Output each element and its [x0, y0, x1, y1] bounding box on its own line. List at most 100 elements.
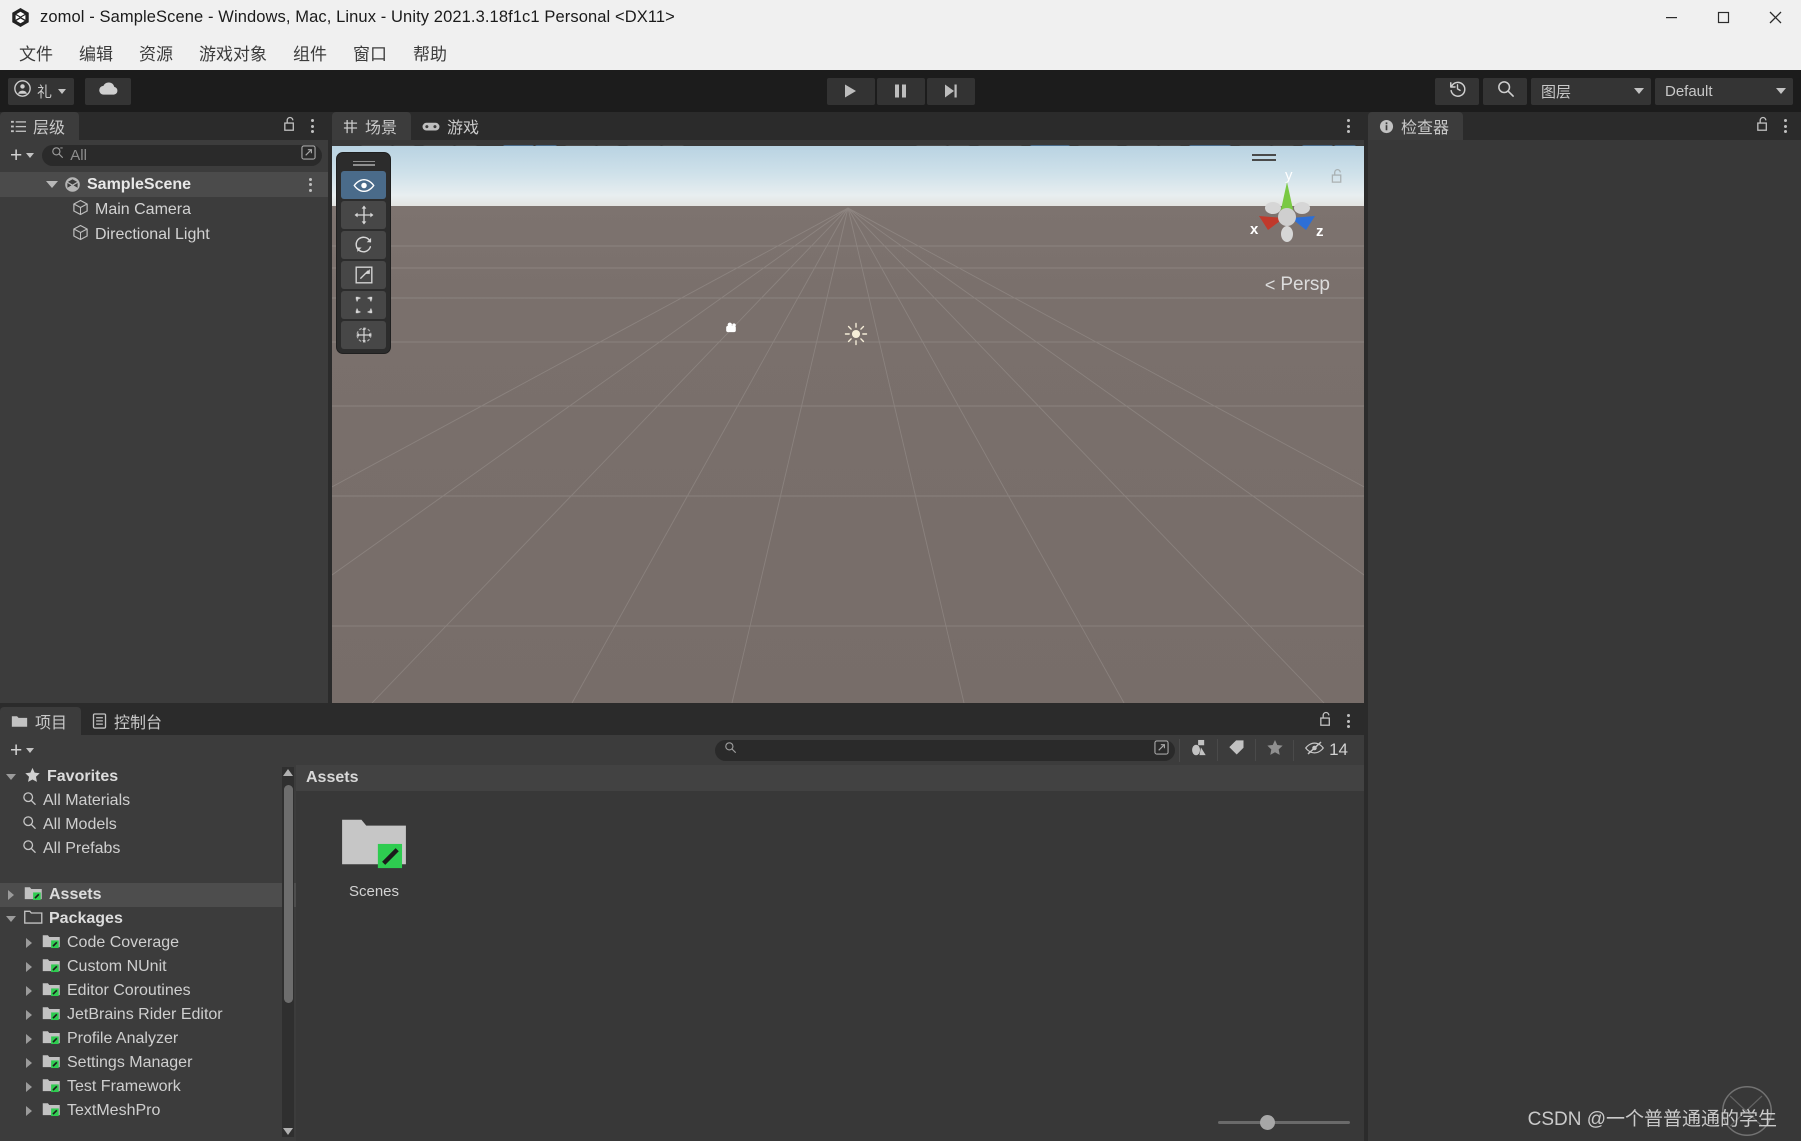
chevron-down-icon[interactable] — [46, 181, 58, 188]
chevron-right-icon[interactable] — [22, 1106, 36, 1116]
project-tree-item-test-framework[interactable]: Test Framework — [0, 1075, 296, 1099]
transform-tool-button[interactable] — [341, 321, 386, 349]
overlay-drag-handle[interactable] — [341, 157, 386, 169]
layout-dropdown[interactable]: Default — [1655, 77, 1793, 105]
project-tree-item-editor-coroutines[interactable]: Editor Coroutines — [0, 979, 296, 1003]
menu-item-assets[interactable]: 资源 — [126, 37, 186, 68]
scene-viewport[interactable]: y x z < Persp — [332, 146, 1364, 703]
close-button[interactable] — [1749, 0, 1801, 34]
inspector-panel: 检查器 — [1368, 112, 1801, 1141]
hidden-assets-indicator[interactable]: 14 — [1293, 739, 1358, 761]
project-tree-item-profile-analyzer[interactable]: Profile Analyzer — [0, 1027, 296, 1051]
project-tree-scrollbar[interactable] — [282, 767, 294, 1137]
lock-open-icon[interactable] — [1756, 116, 1770, 137]
undo-history-button[interactable] — [1435, 77, 1479, 105]
scene-context-menu-button[interactable] — [305, 176, 316, 194]
scale-tool-button[interactable] — [341, 261, 386, 289]
splitter-main-inspector[interactable] — [1364, 112, 1368, 1141]
move-tool-button[interactable] — [341, 201, 386, 229]
project-tree-item-textmeshpro[interactable]: TextMeshPro — [0, 1099, 296, 1123]
maximize-button[interactable] — [1697, 0, 1749, 34]
asset-item-scenes[interactable]: Scenes — [328, 813, 420, 900]
pause-button[interactable] — [876, 77, 925, 105]
breadcrumb[interactable]: Assets — [296, 765, 1364, 791]
scroll-down-arrow-icon[interactable] — [283, 1128, 293, 1135]
tab-console[interactable]: 控制台 — [81, 707, 176, 735]
project-tree-item-code-coverage[interactable]: Code Coverage — [0, 931, 296, 955]
project-tree-item-all-prefabs[interactable]: All Prefabs — [0, 837, 296, 861]
play-button[interactable] — [826, 77, 875, 105]
tab-scene[interactable]: 场景 — [332, 112, 412, 140]
lock-open-icon[interactable] — [1319, 711, 1333, 732]
chevron-right-icon[interactable] — [22, 962, 36, 972]
lock-open-icon[interactable] — [283, 116, 297, 137]
project-tree-item-all-models[interactable]: All Models — [0, 813, 296, 837]
tab-project[interactable]: 项目 — [0, 707, 82, 735]
project-tree-item-packages[interactable]: Packages — [0, 907, 296, 931]
menu-item-edit[interactable]: 编辑 — [66, 37, 126, 68]
chevron-right-icon[interactable] — [22, 1082, 36, 1092]
minimize-button[interactable] — [1645, 0, 1697, 34]
chevron-right-icon[interactable] — [4, 890, 18, 900]
main-camera-gizmo[interactable] — [724, 321, 744, 342]
project-content-area[interactable]: Assets Scenes — [296, 765, 1364, 1141]
create-gameobject-button[interactable]: + — [6, 145, 38, 166]
gizmo-projection-label[interactable]: < Persp — [1265, 274, 1330, 296]
menu-item-gameobject[interactable]: 游戏对象 — [186, 37, 280, 68]
step-button[interactable] — [926, 77, 975, 105]
hierarchy-search-box[interactable] — [42, 144, 322, 166]
filter-by-type-button[interactable] — [1179, 738, 1217, 762]
scene-menu-button[interactable] — [1343, 117, 1354, 135]
hierarchy-item-samplescene[interactable]: SampleScene — [0, 172, 328, 197]
tab-hierarchy[interactable]: 层级 — [0, 112, 80, 140]
directional-light-gizmo[interactable] — [844, 322, 868, 351]
menu-item-window[interactable]: 窗口 — [340, 37, 400, 68]
cloud-services-button[interactable] — [85, 77, 132, 105]
project-tree-label: Settings Manager — [67, 1054, 193, 1071]
search-expand-icon[interactable] — [1154, 740, 1169, 760]
menu-item-help[interactable]: 帮助 — [400, 37, 460, 68]
asset-zoom-slider[interactable] — [1218, 1113, 1350, 1131]
project-tree-item-jetbrains-rider-editor[interactable]: JetBrains Rider Editor — [0, 1003, 296, 1027]
global-search-button[interactable] — [1483, 77, 1527, 105]
project-tree-item-all-materials[interactable]: All Materials — [0, 789, 296, 813]
search-expand-icon[interactable] — [301, 145, 316, 165]
zoom-slider-thumb[interactable] — [1260, 1114, 1275, 1130]
project-search-input[interactable] — [743, 741, 1149, 759]
chevron-down-icon[interactable] — [4, 916, 18, 922]
scroll-up-arrow-icon[interactable] — [283, 769, 293, 776]
splitter-hierarchy-scene[interactable] — [328, 112, 332, 703]
project-search-box[interactable] — [715, 739, 1176, 761]
chevron-down-icon[interactable] — [4, 774, 18, 780]
hierarchy-item-main-camera[interactable]: Main Camera — [0, 197, 328, 222]
project-tree-item-settings-manager[interactable]: Settings Manager — [0, 1051, 296, 1075]
hierarchy-search-input[interactable] — [70, 146, 295, 164]
inspector-menu-button[interactable] — [1780, 117, 1791, 135]
view-tool-button[interactable] — [341, 171, 386, 199]
chevron-right-icon[interactable] — [22, 938, 36, 948]
rotate-tool-button[interactable] — [341, 231, 386, 259]
rect-tool-button[interactable] — [341, 291, 386, 319]
menu-item-file[interactable]: 文件 — [6, 37, 66, 68]
tab-inspector[interactable]: 检查器 — [1368, 112, 1464, 140]
scene-orientation-gizmo[interactable]: y x z < Persp — [1228, 152, 1348, 295]
splitter-scene-project[interactable] — [0, 703, 1364, 707]
chevron-right-icon[interactable] — [22, 986, 36, 996]
hierarchy-item-directional-light[interactable]: Directional Light — [0, 222, 328, 247]
favorites-button[interactable] — [1255, 739, 1293, 761]
tab-game[interactable]: 游戏 — [411, 112, 493, 140]
chevron-right-icon[interactable] — [22, 1058, 36, 1068]
chevron-right-icon[interactable] — [22, 1034, 36, 1044]
create-asset-button[interactable]: + — [6, 740, 38, 761]
project-menu-button[interactable] — [1343, 712, 1354, 730]
scrollbar-thumb[interactable] — [283, 785, 293, 1003]
project-tree-item-custom-nunit[interactable]: Custom NUnit — [0, 955, 296, 979]
menu-item-component[interactable]: 组件 — [280, 37, 340, 68]
account-button[interactable]: 礼 — [8, 77, 75, 105]
project-tree-item-assets[interactable]: Assets — [0, 883, 296, 907]
project-tree-item-favorites[interactable]: Favorites — [0, 765, 296, 789]
filter-by-label-button[interactable] — [1217, 739, 1255, 761]
hierarchy-menu-button[interactable] — [307, 117, 318, 135]
layers-dropdown[interactable]: 图层 — [1531, 77, 1651, 105]
chevron-right-icon[interactable] — [22, 1010, 36, 1020]
